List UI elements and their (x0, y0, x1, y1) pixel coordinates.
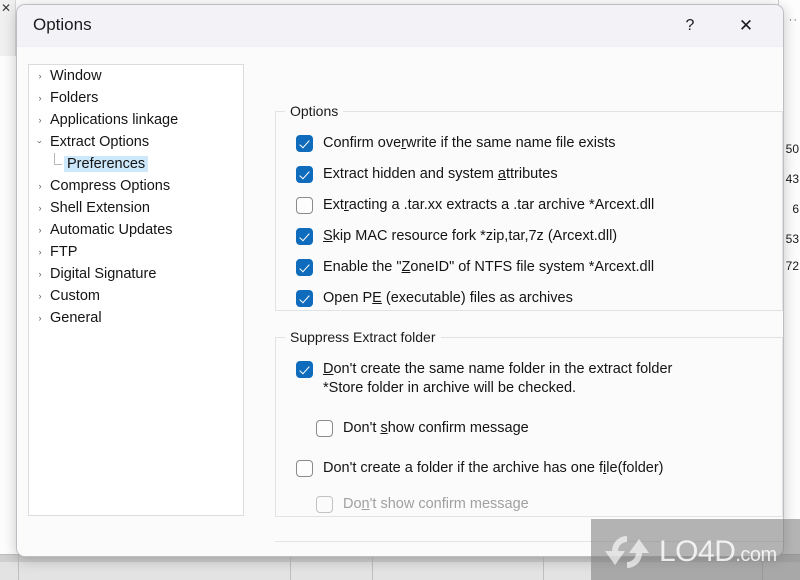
window-title: Options (33, 15, 92, 34)
chevron-right-icon[interactable]: › (33, 219, 47, 241)
checkbox-label: Don't create the same name folder in the… (323, 361, 673, 377)
tree-item-label: General (50, 310, 102, 326)
tree-item-label: Automatic Updates (50, 222, 173, 238)
background-status-bar (0, 554, 800, 580)
chevron-right-icon[interactable]: › (33, 197, 47, 219)
background-value: 43 (785, 172, 799, 186)
chevron-down-icon[interactable]: › (29, 135, 51, 149)
tree-item-applications-linkage[interactable]: › Applications linkage (29, 109, 243, 131)
suppress-groupbox-title: Suppress Extract folder (285, 329, 441, 345)
tree-item-label: Window (50, 68, 102, 84)
tree-item-compress-options[interactable]: › Compress Options (29, 175, 243, 197)
checkbox-label: Open PE (executable) files as archives (323, 290, 573, 306)
tree-item-digital-signature[interactable]: › Digital Signature (29, 263, 243, 285)
checkbox-label: Don't show confirm message (343, 496, 529, 512)
background-overflow-icon: ·· (788, 14, 798, 26)
tree-item-label: Shell Extension (50, 200, 150, 216)
checkbox-label: Don't show confirm message (343, 420, 529, 436)
column-separator (18, 555, 19, 580)
tree-item-automatic-updates[interactable]: › Automatic Updates (29, 219, 243, 241)
background-tab-strip: ✕ (0, 0, 16, 56)
checkbox-indicator[interactable] (296, 460, 313, 477)
options-checkbox-2[interactable]: Extracting a .tar.xx extracts a .tar arc… (296, 196, 654, 215)
chevron-right-icon[interactable]: › (33, 87, 47, 109)
tree-item-folders[interactable]: › Folders (29, 87, 243, 109)
checkbox-sublabel: *Store folder in archive will be checked… (323, 380, 577, 396)
tree-item-general[interactable]: › General (29, 307, 243, 329)
tree-scrollbar[interactable] (234, 65, 243, 515)
checkbox-dont-show-confirm-message-1[interactable]: Don't show confirm message (316, 419, 529, 438)
tree-item-label: Compress Options (50, 178, 171, 194)
column-separator (290, 555, 291, 580)
checkbox-indicator[interactable] (296, 259, 313, 276)
checkbox-indicator (316, 496, 333, 513)
background-status-bar-inner (0, 562, 800, 580)
tree-item-preferences[interactable]: Preferences (29, 153, 243, 175)
tree-elbow-icon (51, 153, 64, 175)
tree-list: › Window › Folders › Applications linkage › Ext… (29, 65, 243, 329)
close-icon[interactable]: ✕ (723, 5, 769, 47)
tree-item-label: Applications linkage (50, 112, 179, 128)
background-value: 50 (785, 142, 799, 156)
background-value: 6 (792, 202, 799, 216)
options-checkbox-0[interactable]: Confirm overwrite if the same name file … (296, 134, 616, 153)
checkbox-label: Don't create a folder if the archive has… (323, 460, 664, 476)
column-separator (372, 555, 373, 580)
checkbox-label: Enable the "ZoneID" of NTFS file system … (323, 259, 655, 275)
dialog-body: › Window › Folders › Applications linkage › Ext… (17, 47, 783, 556)
tree-item-extract-options[interactable]: › Extract Options (29, 131, 243, 153)
tree-item-label: FTP (50, 244, 78, 260)
footer-separator (275, 541, 783, 542)
checkbox-indicator[interactable] (296, 166, 313, 183)
checkbox-label: Extracting a .tar.xx extracts a .tar arc… (323, 197, 655, 213)
tree-item-label: Digital Signature (50, 266, 157, 282)
column-separator (543, 555, 544, 580)
chevron-right-icon[interactable]: › (33, 109, 47, 131)
checkbox-dont-show-confirm-message-2: Don't show confirm message (316, 495, 529, 514)
background-value: 72 (785, 259, 799, 273)
tree-item-label: Extract Options (50, 134, 150, 150)
options-groupbox: Options Confirm overwrite if the same na… (275, 103, 783, 311)
options-checkbox-5[interactable]: Open PE (executable) files as archives (296, 289, 573, 308)
background-value: 53 (785, 232, 799, 246)
chevron-right-icon[interactable]: › (33, 241, 47, 263)
checkbox-indicator[interactable] (296, 361, 313, 378)
tree-item-label: Custom (50, 288, 100, 304)
tree-item-label: Preferences (64, 156, 149, 172)
checkbox-dont-create-folder-single-file[interactable]: Don't create a folder if the archive has… (296, 459, 664, 478)
checkbox-dont-create-same-name-folder[interactable]: Don't create the same name folder in the… (296, 360, 672, 398)
tree-item-label: Folders (50, 90, 99, 106)
options-checkbox-4[interactable]: Enable the "ZoneID" of NTFS file system … (296, 258, 654, 277)
help-icon[interactable]: ? (667, 5, 713, 47)
options-dialog: Options ? ✕ › Window › Folders › Applications… (16, 4, 784, 557)
options-checkbox-3[interactable]: Skip MAC resource fork *zip,tar,7z (Arce… (296, 227, 617, 246)
options-groupbox-title: Options (285, 103, 344, 119)
chevron-right-icon[interactable]: › (33, 65, 47, 87)
checkbox-indicator[interactable] (296, 197, 313, 214)
chevron-right-icon[interactable]: › (33, 307, 47, 329)
checkbox-indicator[interactable] (316, 420, 333, 437)
chevron-right-icon[interactable]: › (33, 175, 47, 197)
tree-item-custom[interactable]: › Custom (29, 285, 243, 307)
settings-tree[interactable]: › Window › Folders › Applications linkage › Ext… (28, 64, 244, 516)
tree-item-ftp[interactable]: › FTP (29, 241, 243, 263)
title-bar: Options ? ✕ (17, 5, 783, 47)
checkbox-indicator[interactable] (296, 290, 313, 307)
chevron-right-icon[interactable]: › (33, 263, 47, 285)
suppress-extract-folder-groupbox: Suppress Extract folder Don't create the… (275, 329, 783, 517)
checkbox-label: Skip MAC resource fork *zip,tar,7z (Arce… (323, 228, 618, 244)
checkbox-indicator[interactable] (296, 228, 313, 245)
options-checkbox-1[interactable]: Extract hidden and system attributes (296, 165, 558, 184)
checkbox-indicator[interactable] (296, 135, 313, 152)
chevron-right-icon[interactable]: › (33, 285, 47, 307)
checkbox-label: Confirm overwrite if the same name file … (323, 135, 616, 151)
checkbox-label: Extract hidden and system attributes (323, 166, 558, 182)
background-close-icon[interactable]: ✕ (1, 2, 11, 14)
tree-item-window[interactable]: › Window (29, 65, 243, 87)
tree-item-shell-extension[interactable]: › Shell Extension (29, 197, 243, 219)
column-separator (762, 555, 763, 580)
